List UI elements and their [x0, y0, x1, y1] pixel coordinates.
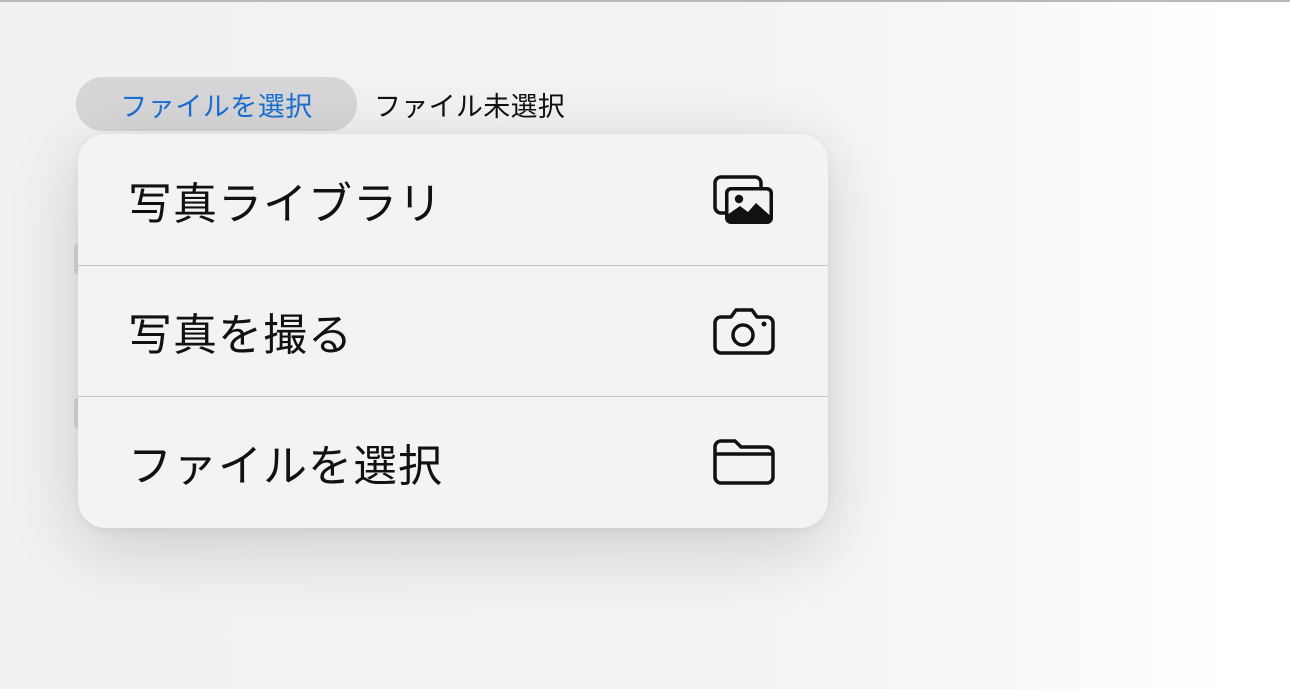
menu-item-take-photo[interactable]: 写真を撮る: [78, 265, 828, 396]
menu-item-photo-library[interactable]: 写真ライブラリ: [78, 134, 828, 265]
file-input: ファイルを選択 ファイル未選択: [76, 77, 565, 131]
menu-item-label: 写真を撮る: [128, 310, 353, 361]
photo-library-icon: [712, 172, 776, 228]
menu-item-label: 写真ライブラリ: [128, 178, 443, 230]
choose-file-button[interactable]: ファイルを選択: [76, 77, 357, 131]
menu-item-choose-file[interactable]: ファイルを選択: [78, 396, 828, 527]
file-status-text: ファイル未選択: [374, 91, 566, 123]
camera-icon: [712, 303, 776, 359]
file-source-menu: 写真ライブラリ 写真を撮る ファイルを選択: [78, 134, 828, 528]
menu-item-label: ファイルを選択: [128, 441, 443, 492]
folder-icon: [712, 434, 776, 490]
